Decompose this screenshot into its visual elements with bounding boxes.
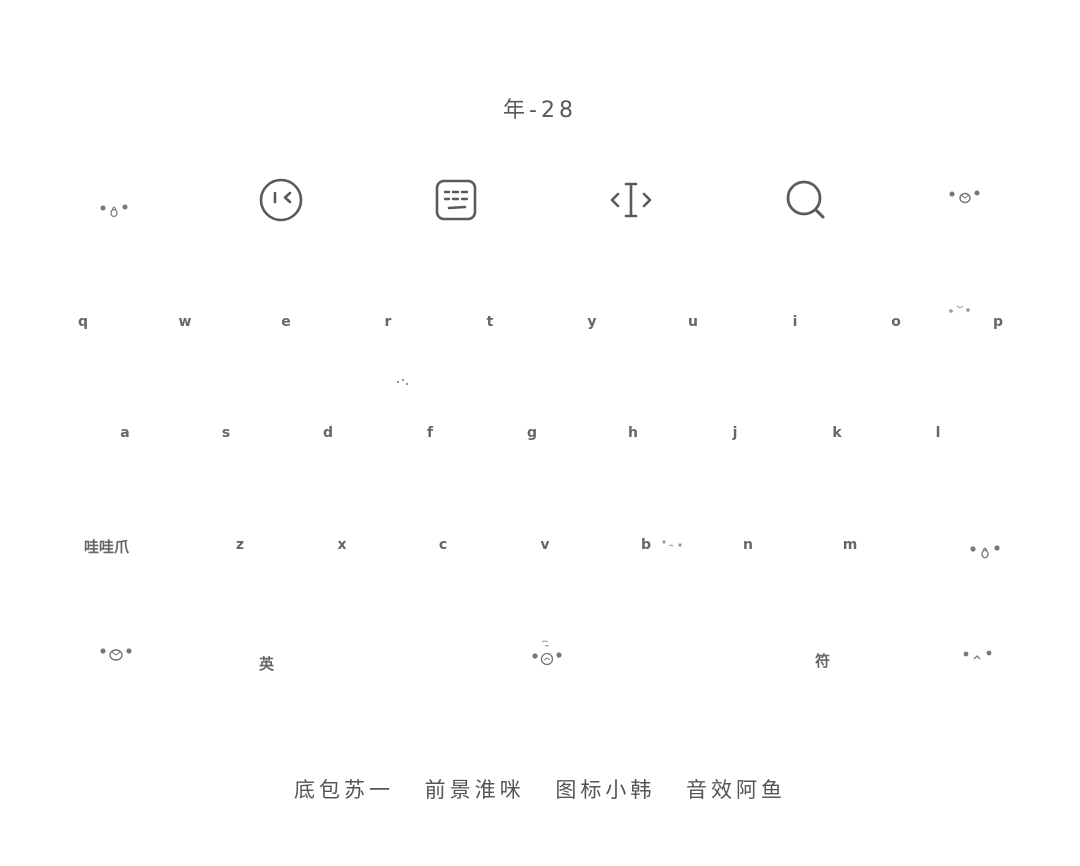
keyboard-row-2: a s d f g h j k l bbox=[0, 421, 1080, 445]
key-g[interactable]: g bbox=[517, 421, 547, 445]
credit-item: 音效阿鱼 bbox=[686, 778, 787, 802]
key-b[interactable]: b bbox=[631, 533, 661, 557]
key-t[interactable]: t bbox=[475, 310, 505, 334]
language-switch-key[interactable]: 英 bbox=[259, 653, 274, 674]
search-icon[interactable] bbox=[782, 176, 830, 224]
key-a[interactable]: a bbox=[110, 421, 140, 445]
key-y[interactable]: y bbox=[577, 310, 607, 334]
symbol-key[interactable]: 符 bbox=[815, 650, 830, 671]
keyboard-row-4: 英 符 bbox=[0, 638, 1080, 678]
space-bar-kaomoji-icon[interactable] bbox=[528, 638, 568, 672]
sparkle-icon bbox=[396, 372, 410, 391]
credit-item: 图标小韩 bbox=[555, 778, 656, 802]
key-s[interactable]: s bbox=[211, 421, 241, 445]
key-w[interactable]: w bbox=[170, 310, 200, 334]
key-p[interactable]: p bbox=[983, 310, 1013, 334]
shift-key[interactable]: 哇哇爪 bbox=[84, 536, 129, 557]
key-m[interactable]: m bbox=[835, 533, 865, 557]
cursor-edit-icon[interactable] bbox=[607, 176, 655, 224]
key-e[interactable]: e bbox=[271, 310, 301, 334]
credits: 底包苏一 前景淮咪 图标小韩 音效阿鱼 bbox=[0, 774, 1080, 804]
key-o[interactable]: o bbox=[881, 310, 911, 334]
kaomoji-face-icon bbox=[947, 300, 973, 319]
key-d[interactable]: d bbox=[313, 421, 343, 445]
key-v[interactable]: v bbox=[530, 533, 560, 557]
kaomoji-face-icon[interactable] bbox=[91, 182, 139, 230]
key-n[interactable]: n bbox=[733, 533, 763, 557]
key-f[interactable]: f bbox=[415, 421, 445, 445]
key-z[interactable]: z bbox=[225, 533, 255, 557]
credit-item: 底包苏一 bbox=[293, 778, 394, 802]
kaomoji-face-icon bbox=[660, 537, 684, 556]
key-l[interactable]: l bbox=[923, 421, 953, 445]
key-u[interactable]: u bbox=[678, 310, 708, 334]
keyboard-row-1: q w e r t y u i o p bbox=[0, 310, 1080, 334]
key-h[interactable]: h bbox=[618, 421, 648, 445]
toolbar bbox=[0, 170, 1080, 230]
key-q[interactable]: q bbox=[68, 310, 98, 334]
emoji-wink-icon[interactable] bbox=[257, 176, 305, 224]
key-x[interactable]: x bbox=[327, 533, 357, 557]
key-i[interactable]: i bbox=[780, 310, 810, 334]
key-k[interactable]: k bbox=[822, 421, 852, 445]
page-title: 年-28 bbox=[503, 98, 577, 123]
key-r[interactable]: r bbox=[373, 310, 403, 334]
kaomoji-face-icon[interactable] bbox=[941, 173, 989, 221]
enter-kaomoji-icon[interactable] bbox=[960, 646, 996, 670]
keyboard-icon[interactable] bbox=[432, 176, 480, 224]
backspace-kaomoji-icon[interactable] bbox=[966, 539, 1004, 565]
emoji-kaomoji-key-icon[interactable] bbox=[96, 642, 136, 668]
keyboard-row-3: 哇哇爪 z x c v b n m bbox=[0, 533, 1080, 561]
key-j[interactable]: j bbox=[720, 421, 750, 445]
credit-item: 前景淮咪 bbox=[424, 778, 525, 802]
keyboard: q w e r t y u i o p a s d f g h j k l 哇哇… bbox=[0, 280, 1080, 700]
key-c[interactable]: c bbox=[428, 533, 458, 557]
